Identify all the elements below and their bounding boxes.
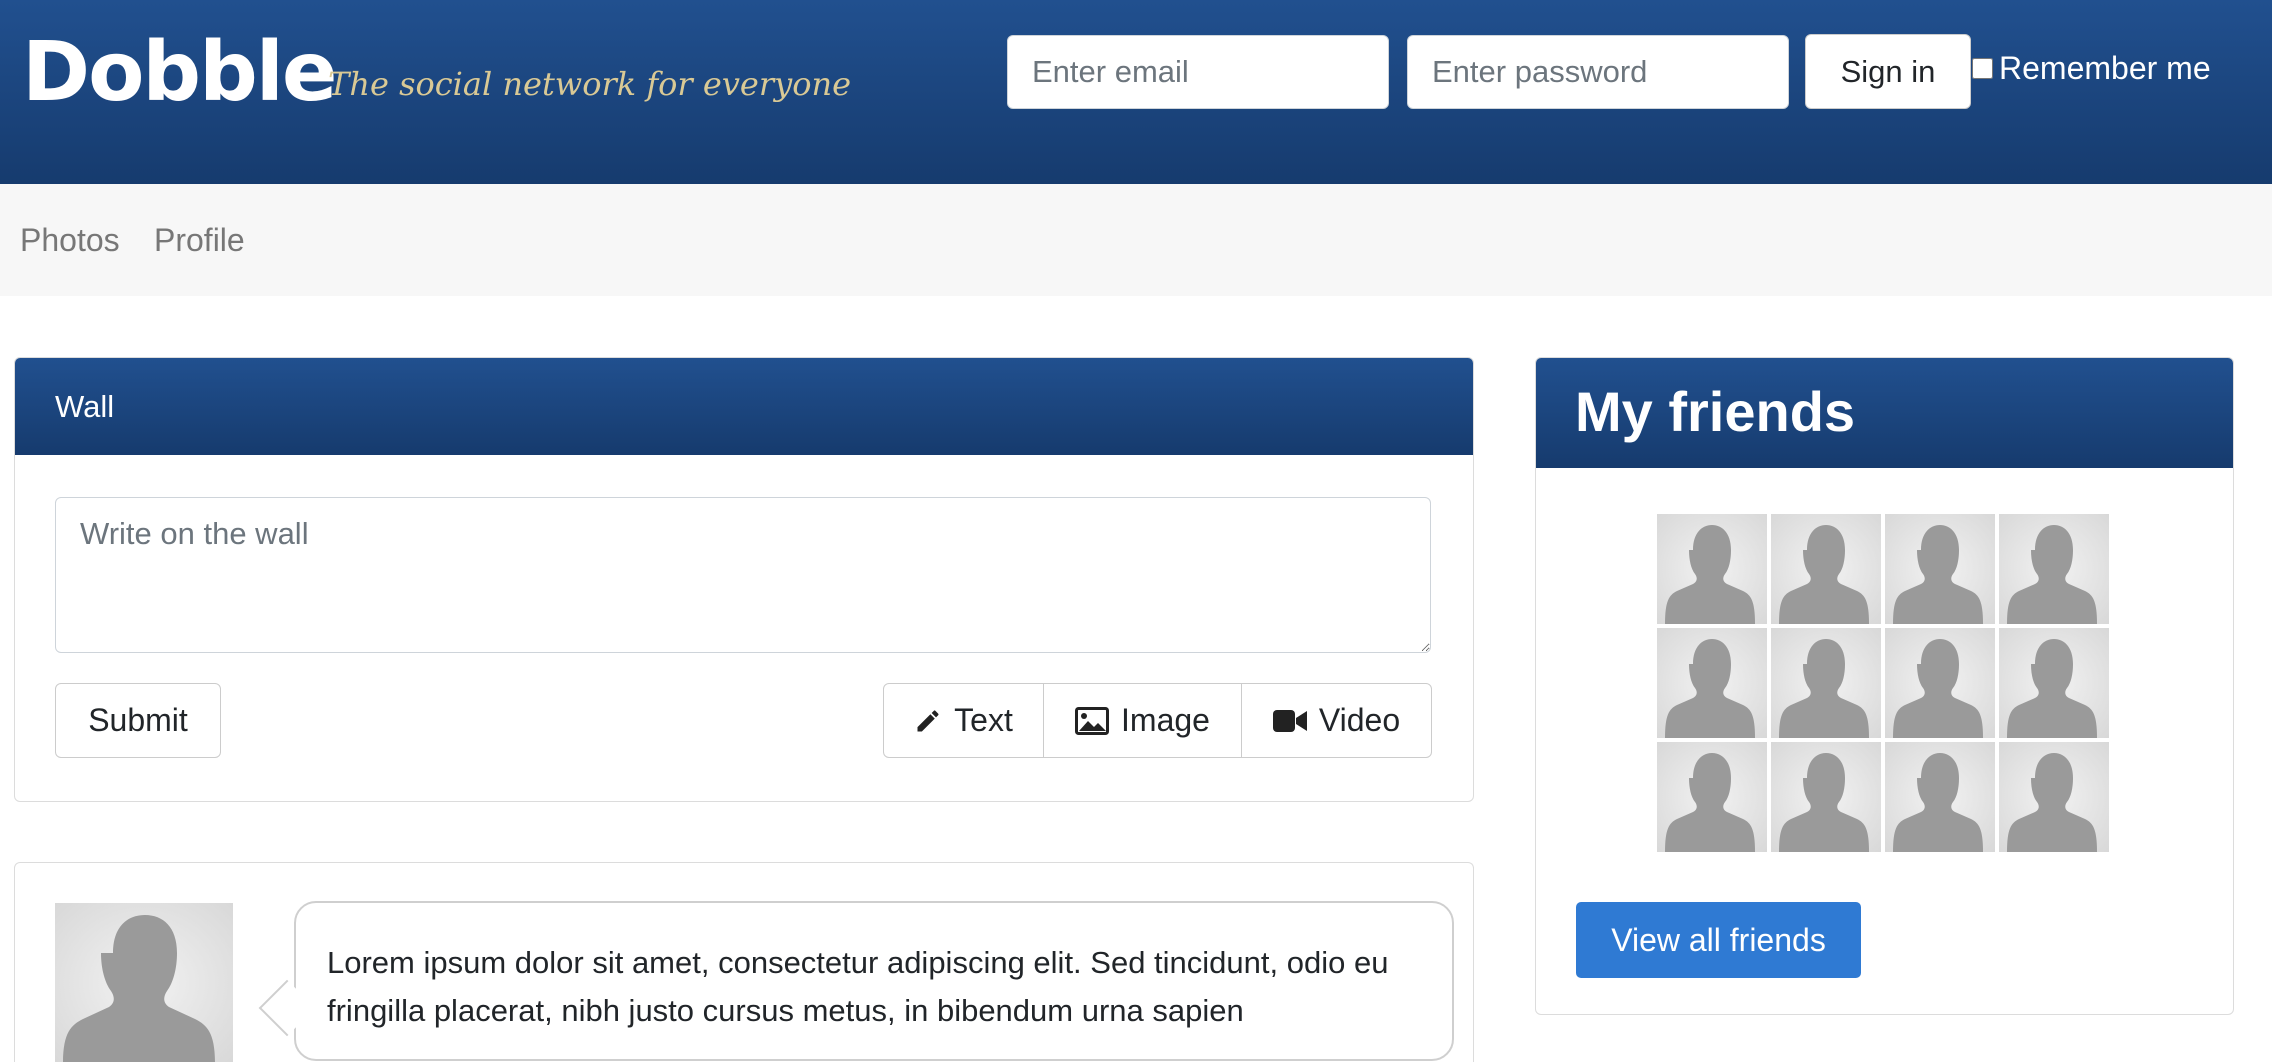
image-post-button[interactable]: Image — [1043, 683, 1242, 758]
friend-thumbnail[interactable] — [1657, 628, 1767, 738]
remember-me-label: Remember me — [1999, 50, 2211, 86]
view-all-friends-button[interactable]: View all friends — [1576, 902, 1861, 978]
pencil-icon — [917, 709, 939, 731]
person-silhouette-icon — [1665, 525, 1755, 624]
person-silhouette-icon — [2007, 639, 2097, 738]
person-silhouette-icon — [1779, 753, 1869, 852]
friend-thumbnail[interactable] — [1657, 514, 1767, 624]
person-silhouette-icon — [2007, 753, 2097, 852]
post-text: Lorem ipsum dolor sit amet, consectetur … — [327, 945, 1389, 1028]
person-silhouette-icon — [1893, 525, 1983, 624]
person-silhouette-icon — [1893, 639, 1983, 738]
person-silhouette-icon — [1665, 639, 1755, 738]
nav-profile[interactable]: Profile — [154, 222, 245, 259]
post-author-avatar[interactable] — [55, 903, 233, 1062]
person-silhouette-icon — [63, 915, 215, 1062]
person-silhouette-icon — [1893, 753, 1983, 852]
password-input[interactable] — [1407, 35, 1789, 109]
wall-textarea[interactable] — [55, 497, 1431, 653]
remember-me-checkbox[interactable] — [1972, 58, 1993, 79]
main-nav: Photos Profile — [0, 184, 2272, 296]
site-logo[interactable]: Dobble — [22, 28, 338, 118]
nav-photos[interactable]: Photos — [20, 222, 120, 259]
image-post-label: Image — [1121, 702, 1210, 738]
friend-thumbnail[interactable] — [1999, 514, 2109, 624]
text-post-button[interactable]: Text — [883, 683, 1044, 758]
friend-thumbnail[interactable] — [1885, 628, 1995, 738]
submit-button[interactable]: Submit — [55, 683, 221, 758]
top-header: Dobble The social network for everyone S… — [0, 0, 2272, 184]
person-silhouette-icon — [2007, 525, 2097, 624]
site-tagline: The social network for everyone — [328, 65, 852, 103]
video-post-button[interactable]: Video — [1241, 683, 1432, 758]
person-silhouette-icon — [1665, 753, 1755, 852]
friend-thumbnail[interactable] — [1885, 742, 1995, 852]
friend-thumbnail[interactable] — [1771, 514, 1881, 624]
friends-title: My friends — [1536, 358, 2233, 468]
email-input[interactable] — [1007, 35, 1389, 109]
person-silhouette-icon — [1779, 639, 1869, 738]
wall-post: Lorem ipsum dolor sit amet, consectetur … — [14, 862, 1474, 1062]
sign-in-button[interactable]: Sign in — [1805, 34, 1971, 109]
friend-thumbnail[interactable] — [1999, 742, 2109, 852]
wall-panel: Wall Submit Text Image Video — [14, 357, 1474, 802]
text-post-label: Text — [954, 702, 1013, 738]
wall-title: Wall — [15, 358, 1473, 455]
friend-thumbnail[interactable] — [1771, 628, 1881, 738]
friend-thumbnail[interactable] — [1771, 742, 1881, 852]
friends-grid — [1657, 514, 2109, 852]
friends-panel: My friends View all friends — [1535, 357, 2234, 1015]
friend-thumbnail[interactable] — [1999, 628, 2109, 738]
video-camera-icon — [1272, 709, 1307, 732]
video-post-label: Video — [1318, 702, 1401, 738]
image-icon — [1075, 706, 1110, 735]
person-silhouette-icon — [1779, 525, 1869, 624]
remember-me[interactable]: Remember me — [1972, 50, 2211, 87]
friend-thumbnail[interactable] — [1885, 514, 1995, 624]
friend-thumbnail[interactable] — [1657, 742, 1767, 852]
